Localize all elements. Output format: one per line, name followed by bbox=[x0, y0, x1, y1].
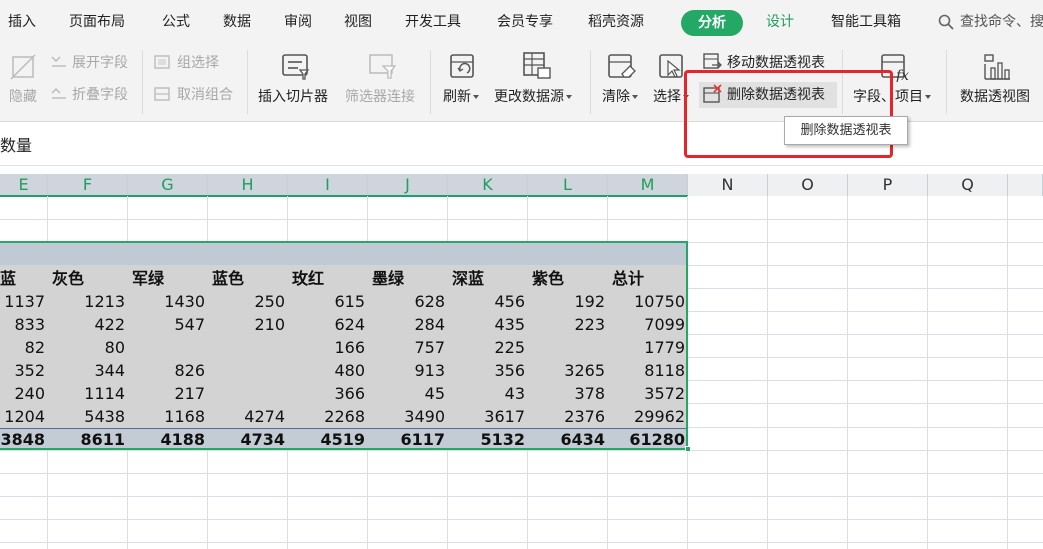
column-header-l[interactable]: L bbox=[528, 174, 608, 196]
clear-icon bbox=[608, 54, 636, 78]
change-source-icon bbox=[523, 52, 551, 79]
menu-member[interactable]: 会员专享 bbox=[497, 12, 553, 32]
expand-field-button[interactable]: 展开字段 bbox=[72, 54, 128, 72]
column-header-g[interactable]: G bbox=[128, 174, 208, 196]
pivot-chart-icon bbox=[984, 54, 1010, 80]
command-search[interactable]: 查找命令、搜 bbox=[960, 12, 1043, 32]
tab-design[interactable]: 设计 bbox=[766, 12, 794, 32]
column-header-f[interactable]: F bbox=[48, 174, 128, 196]
collapse-field-button[interactable]: 折叠字段 bbox=[72, 86, 128, 104]
menu-smart-tools[interactable]: 智能工具箱 bbox=[831, 12, 901, 32]
dropdown-caret-icon bbox=[925, 95, 931, 99]
ungroup-button[interactable]: 取消组合 bbox=[177, 86, 233, 104]
hide-icon bbox=[10, 54, 36, 80]
grid-line bbox=[0, 496, 1043, 497]
insert-slicer-button[interactable]: 插入切片器 bbox=[258, 88, 328, 106]
change-data-source-button[interactable]: 更改数据源 bbox=[494, 88, 572, 106]
column-header-j[interactable]: J bbox=[368, 174, 448, 196]
column-header-i[interactable]: I bbox=[288, 174, 368, 196]
menu-formulas[interactable]: 公式 bbox=[162, 12, 190, 32]
pivot-chart-button[interactable]: 数据透视图 bbox=[960, 88, 1030, 106]
ribbon-separator bbox=[946, 50, 947, 114]
fill-handle[interactable] bbox=[685, 446, 691, 452]
ribbon-separator bbox=[142, 50, 143, 114]
column-header-h[interactable]: H bbox=[208, 174, 288, 196]
column-header-q[interactable]: Q bbox=[928, 174, 1008, 196]
grid-line bbox=[0, 542, 1043, 543]
selected-columns-underline bbox=[0, 195, 688, 197]
column-header-r[interactable] bbox=[1008, 174, 1043, 196]
ribbon-separator bbox=[590, 50, 591, 114]
search-icon bbox=[938, 14, 954, 30]
slicer-icon bbox=[282, 54, 310, 80]
menu-docer[interactable]: 稻壳资源 bbox=[588, 12, 644, 32]
grid-line bbox=[0, 519, 1043, 520]
ungroup-icon bbox=[154, 87, 170, 101]
tab-analyze[interactable]: 分析 bbox=[681, 10, 743, 36]
refresh-button[interactable]: 刷新 bbox=[443, 88, 479, 106]
hide-button[interactable]: 隐藏 bbox=[9, 88, 37, 106]
svg-text:fx: fx bbox=[895, 68, 909, 82]
column-header-e[interactable]: E bbox=[0, 174, 48, 196]
group-selection-button[interactable]: 组选择 bbox=[177, 54, 219, 72]
column-header-n[interactable]: N bbox=[688, 174, 768, 196]
grid-line bbox=[0, 473, 1043, 474]
ribbon-separator bbox=[247, 50, 248, 114]
expand-field-icon bbox=[51, 56, 66, 67]
menu-data[interactable]: 数据 bbox=[223, 12, 251, 32]
menu-review[interactable]: 审阅 bbox=[284, 12, 312, 32]
column-header-o[interactable]: O bbox=[768, 174, 848, 196]
column-header-m[interactable]: M bbox=[608, 174, 688, 196]
menu-bar: 插入 页面布局 公式 数据 审阅 视图 开发工具 会员专享 稻壳资源 分析 设计… bbox=[0, 0, 1043, 44]
dropdown-caret-icon bbox=[473, 95, 479, 99]
filter-connection-icon bbox=[369, 54, 397, 79]
grid-line bbox=[0, 219, 1043, 220]
selection-border bbox=[0, 241, 688, 450]
dropdown-caret-icon bbox=[632, 95, 638, 99]
tooltip: 删除数据透视表 bbox=[784, 116, 908, 145]
menu-view[interactable]: 视图 bbox=[344, 12, 372, 32]
menu-page-layout[interactable]: 页面布局 bbox=[69, 12, 125, 32]
clear-button[interactable]: 清除 bbox=[602, 88, 638, 106]
collapse-field-icon bbox=[51, 88, 66, 99]
filter-connection-button[interactable]: 筛选器连接 bbox=[345, 88, 415, 106]
ribbon-separator bbox=[430, 50, 431, 114]
group-selection-icon bbox=[154, 55, 170, 69]
column-header-p[interactable]: P bbox=[848, 174, 928, 196]
column-header-k[interactable]: K bbox=[448, 174, 528, 196]
formula-content: 数量 bbox=[0, 136, 33, 155]
refresh-icon bbox=[450, 54, 474, 78]
dropdown-caret-icon bbox=[566, 95, 572, 99]
select-icon bbox=[659, 54, 683, 78]
menu-developer[interactable]: 开发工具 bbox=[405, 12, 461, 32]
move-pivot-icon bbox=[703, 53, 722, 69]
menu-insert[interactable]: 插入 bbox=[8, 12, 36, 32]
